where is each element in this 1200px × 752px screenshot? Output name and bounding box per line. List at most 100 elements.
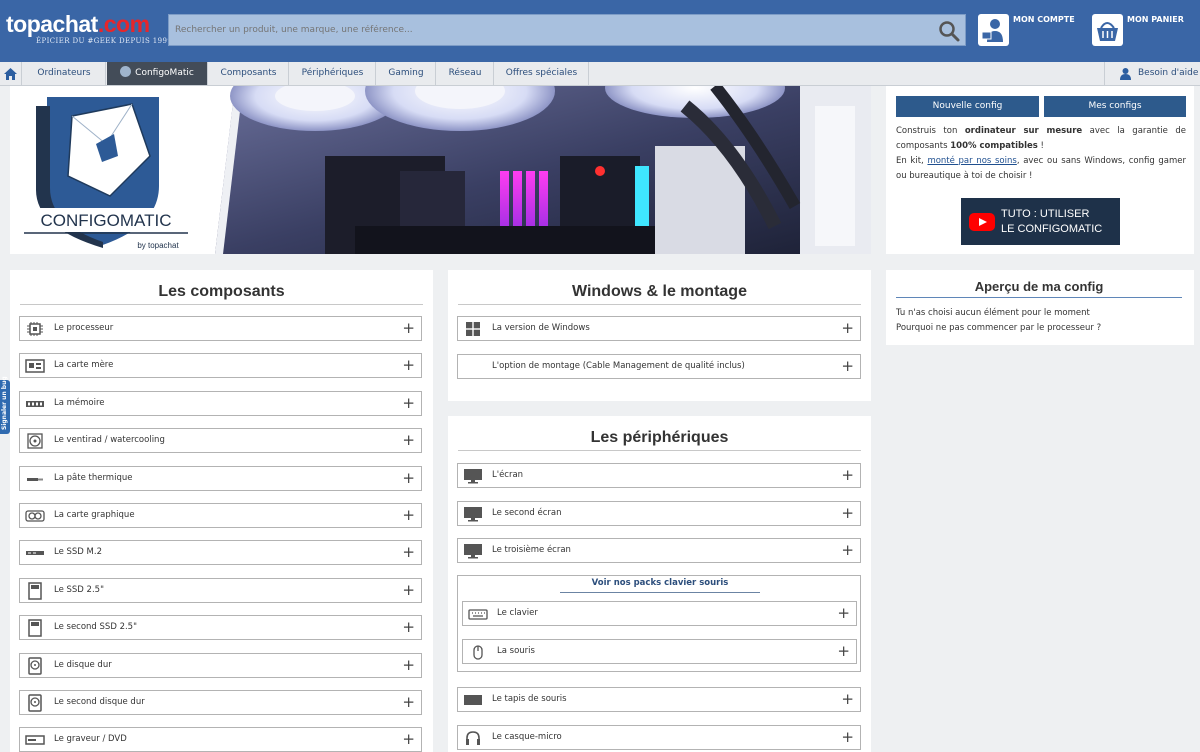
packs-link[interactable]: Voir nos packs clavier souris <box>560 578 760 593</box>
item-label: L'écran <box>492 470 524 480</box>
add-icon[interactable]: + <box>841 502 854 524</box>
add-icon[interactable]: + <box>402 504 415 526</box>
item-le-disque-dur[interactable]: Le disque dur + <box>19 652 422 678</box>
preview-hint: Pourquoi ne pas commencer par le process… <box>896 323 1102 333</box>
item-le-second-ecran[interactable]: Le second écran + <box>457 500 861 526</box>
dvd-icon <box>25 732 45 748</box>
item-le-graveur-dvd[interactable]: Le graveur / DVD + <box>19 727 422 752</box>
help-icon <box>1120 68 1131 80</box>
monitor-icon <box>463 468 483 484</box>
add-icon[interactable]: + <box>841 688 854 710</box>
report-bug-tab[interactable]: Signaler un bug <box>0 376 10 434</box>
configomatic-logo: CONFIGOMATIC by topachat <box>10 86 222 254</box>
topachat-logo[interactable]: topachat.com ÉPICIER DU #GEEK DEPUIS 199… <box>6 11 172 45</box>
home-button[interactable] <box>0 62 22 85</box>
item-label: Le graveur / DVD <box>54 734 127 745</box>
item-la-version-de-windows[interactable]: La version de Windows + <box>457 316 861 341</box>
configomatic-description: Construis ton ordinateur sur mesure avec… <box>896 124 1186 184</box>
help-link[interactable]: Besoin d'aide <box>1104 62 1200 85</box>
item-la-pate-thermique[interactable]: La pâte thermique + <box>19 465 422 491</box>
add-icon[interactable]: + <box>402 467 415 489</box>
nav-item-configomatic[interactable]: ConfigoMatic <box>107 62 208 85</box>
item-le-casque-micro[interactable]: Le casque-micro + <box>457 724 861 750</box>
youtube-play-icon <box>969 213 995 231</box>
account-label: MON COMPTE <box>1013 15 1075 24</box>
assembly-link[interactable]: monté par nos soins <box>927 156 1016 166</box>
add-icon[interactable]: + <box>402 541 415 563</box>
search-icon <box>939 21 960 42</box>
add-icon[interactable]: + <box>837 640 850 662</box>
new-config-button[interactable]: Nouvelle config <box>896 96 1039 117</box>
add-icon[interactable]: + <box>841 317 854 339</box>
item-le-second-disque-dur[interactable]: Le second disque dur + <box>19 690 422 715</box>
my-account-link[interactable]: MON COMPTE <box>978 14 1078 46</box>
add-icon[interactable]: + <box>402 392 415 414</box>
add-icon[interactable]: + <box>841 539 854 561</box>
windows-title: Windows & le montage <box>458 283 861 305</box>
item-le-processeur[interactable]: Le processeur + <box>19 316 422 341</box>
search-button[interactable] <box>937 19 961 43</box>
add-icon[interactable]: + <box>402 429 415 451</box>
item-le-clavier[interactable]: Le clavier + <box>462 601 857 626</box>
logo-text: topachat <box>6 11 98 37</box>
item-label: Le processeur <box>54 323 114 333</box>
nav-item-gaming[interactable]: Gaming <box>377 62 436 85</box>
item-label: Le disque dur <box>54 659 112 670</box>
cart-label: MON PANIER <box>1127 15 1184 24</box>
my-cart-link[interactable]: MON PANIER <box>1092 14 1192 46</box>
item-label: La pâte thermique <box>54 472 133 483</box>
add-icon[interactable]: + <box>402 579 415 601</box>
item-le-second-ssd-2-5[interactable]: Le second SSD 2.5" + <box>19 615 422 641</box>
search-input[interactable] <box>169 15 919 45</box>
windows-icon <box>463 321 483 337</box>
tuto-line-2: LE CONFIGOMATIC <box>1001 223 1103 235</box>
nav-item-reseau[interactable]: Réseau <box>437 62 494 85</box>
thermal-paste-icon <box>25 471 45 487</box>
item-la-carte-mere[interactable]: La carte mère + <box>19 353 422 379</box>
item-la-souris[interactable]: La souris + <box>462 638 857 664</box>
nav-item-peripheriques[interactable]: Périphériques <box>290 62 376 85</box>
nav-item-offres[interactable]: Offres spéciales <box>495 62 589 85</box>
empty-icon-slot <box>463 359 483 375</box>
site-header: topachat.com ÉPICIER DU #GEEK DEPUIS 199… <box>0 0 1200 62</box>
nav-item-ordinateurs[interactable]: Ordinateurs <box>23 62 106 85</box>
add-icon[interactable]: + <box>841 464 854 486</box>
item-le-ventirad-watercooling[interactable]: Le ventirad / watercooling + <box>19 428 422 454</box>
logo-tagline: ÉPICIER DU #GEEK DEPUIS 1999 <box>36 37 173 45</box>
ssd-m2-icon <box>25 545 45 561</box>
pc-build-photo <box>215 86 871 254</box>
configomatic-banner: CONFIGOMATIC by topachat <box>10 86 871 254</box>
add-icon[interactable]: + <box>402 616 415 638</box>
config-actions-card: Nouvelle config Mes configs Construis to… <box>886 86 1194 254</box>
item-l-option-de-montage-cable-management-de-qualite-inclus[interactable]: L'option de montage (Cable Management de… <box>457 353 861 379</box>
item-la-carte-graphique[interactable]: La carte graphique + <box>19 503 422 528</box>
add-icon[interactable]: + <box>837 602 850 624</box>
account-icon <box>978 14 1009 46</box>
item-label: L'option de montage (Cable Management de… <box>492 360 745 371</box>
config-preview-panel: Aperçu de ma config Tu n'as choisi aucun… <box>886 270 1194 345</box>
item-le-ssd-2-5[interactable]: Le SSD 2.5" + <box>19 577 422 603</box>
mouse-icon <box>468 644 488 660</box>
add-icon[interactable]: + <box>841 726 854 748</box>
item-label: Le SSD M.2 <box>54 547 102 558</box>
add-icon[interactable]: + <box>402 728 415 750</box>
item-le-ssd-m-2[interactable]: Le SSD M.2 + <box>19 540 422 566</box>
my-configs-button[interactable]: Mes configs <box>1044 96 1186 117</box>
item-label: Le SSD 2.5" <box>54 584 104 595</box>
item-le-troisieme-ecran[interactable]: Le troisième écran + <box>457 538 861 563</box>
nav-item-composants[interactable]: Composants <box>209 62 289 85</box>
item-l-ecran[interactable]: L'écran + <box>457 463 861 488</box>
add-icon[interactable]: + <box>402 354 415 376</box>
item-la-memoire[interactable]: La mémoire + <box>19 390 422 416</box>
add-icon[interactable]: + <box>402 317 415 339</box>
item-label: La carte mère <box>54 360 114 371</box>
add-icon[interactable]: + <box>841 355 854 377</box>
add-icon[interactable]: + <box>402 691 415 713</box>
configomatic-icon <box>120 66 132 77</box>
monitor-icon <box>463 506 483 522</box>
fan-icon <box>25 433 45 449</box>
item-le-tapis-de-souris[interactable]: Le tapis de souris + <box>457 687 861 712</box>
add-icon[interactable]: + <box>402 654 415 676</box>
mousepad-icon <box>463 692 483 708</box>
tutorial-video-button[interactable]: TUTO : UTILISER LE CONFIGOMATIC <box>961 198 1120 245</box>
